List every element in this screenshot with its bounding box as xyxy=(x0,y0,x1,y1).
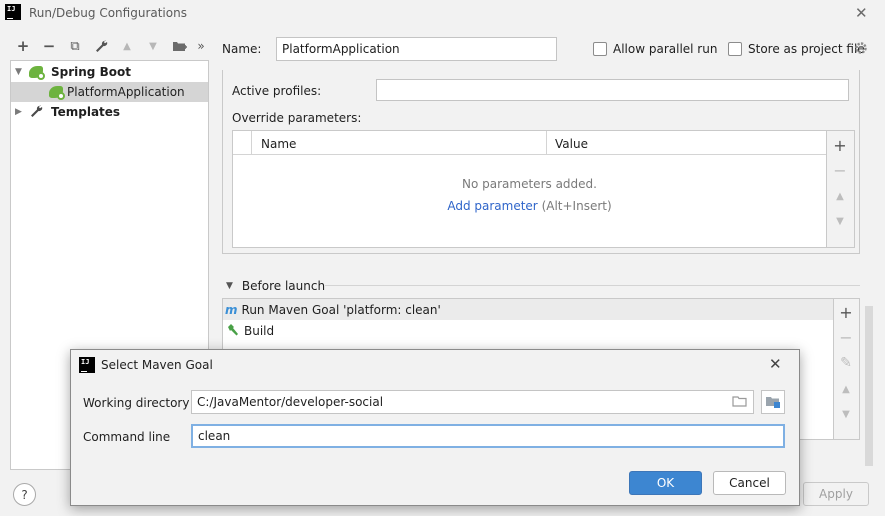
folder-icon[interactable] xyxy=(732,395,748,410)
expanded-caret-icon[interactable]: ▼ xyxy=(15,67,25,77)
name-label: Name: xyxy=(222,42,262,56)
move-parameter-up-button[interactable]: ▲ xyxy=(830,186,850,206)
tree-item-spring-boot[interactable]: ▼ Spring Boot xyxy=(11,62,208,82)
collapsed-caret-icon[interactable]: ▶ xyxy=(15,107,25,117)
command-line-input[interactable]: clean xyxy=(191,424,785,448)
task-side-toolbar: + − ✎ ▲ ▼ xyxy=(834,298,860,440)
tree-item-label: Spring Boot xyxy=(51,65,131,79)
expanded-caret-icon[interactable]: ▼ xyxy=(226,281,233,291)
allow-parallel-run-checkbox[interactable]: Allow parallel run xyxy=(593,42,717,56)
hammer-icon xyxy=(226,323,239,339)
config-panel: Active profiles: Override parameters: Na… xyxy=(222,70,860,254)
before-launch-title: Before launch xyxy=(241,279,326,293)
add-config-button[interactable]: + xyxy=(14,37,32,55)
list-item[interactable]: Build xyxy=(223,320,833,341)
help-button[interactable]: ? xyxy=(13,483,36,506)
cancel-button[interactable]: Cancel xyxy=(713,471,786,495)
module-folder-icon xyxy=(766,397,780,408)
new-folder-button[interactable] xyxy=(170,37,188,55)
move-parameter-down-button[interactable]: ▼ xyxy=(830,211,850,231)
tree-item-platform-application[interactable]: PlatformApplication xyxy=(11,82,208,102)
move-task-up-button[interactable]: ▲ xyxy=(836,379,856,399)
wrench-icon xyxy=(29,104,45,120)
list-item[interactable]: m Run Maven Goal 'platform: clean' xyxy=(223,299,833,320)
ok-button[interactable]: OK xyxy=(629,471,702,495)
task-label: Run Maven Goal 'platform: clean' xyxy=(241,302,441,317)
command-line-label: Command line xyxy=(83,430,171,444)
folder-plus-icon xyxy=(172,41,187,51)
more-actions-button[interactable]: » xyxy=(196,37,206,55)
select-maven-goal-dialog: IJ Select Maven Goal ✕ Working directory… xyxy=(70,349,800,506)
add-parameter-link[interactable]: Add parameter xyxy=(447,199,537,213)
wrench-icon xyxy=(96,40,108,52)
intellij-logo-icon: IJ xyxy=(5,4,21,20)
add-task-button[interactable]: + xyxy=(836,302,856,322)
name-input[interactable]: PlatformApplication xyxy=(276,37,557,61)
active-profiles-input[interactable] xyxy=(376,79,849,101)
dialog-close-icon[interactable]: ✕ xyxy=(769,355,782,373)
gear-icon[interactable] xyxy=(854,41,868,58)
window-title-bar: IJ Run/Debug Configurations ✕ xyxy=(0,0,885,26)
module-browse-button[interactable] xyxy=(761,390,785,414)
before-launch-header[interactable]: ▼ Before launch xyxy=(226,279,325,293)
remove-config-button[interactable]: − xyxy=(40,37,58,55)
tree-item-templates[interactable]: ▶ Templates xyxy=(11,102,208,122)
working-directory-value: C:/JavaMentor/developer-social xyxy=(197,395,384,409)
tree-item-label: PlatformApplication xyxy=(67,85,185,99)
add-parameter-shortcut: (Alt+Insert) xyxy=(541,199,612,213)
working-directory-input[interactable]: C:/JavaMentor/developer-social xyxy=(191,390,754,414)
task-label: Build xyxy=(244,323,275,338)
move-down-button[interactable]: ▼ xyxy=(144,37,162,55)
move-up-button[interactable]: ▲ xyxy=(118,37,136,55)
main-scrollbar[interactable] xyxy=(865,306,873,466)
intellij-logo-icon: IJ xyxy=(79,357,95,373)
table-side-toolbar: + − ▲ ▼ xyxy=(827,130,855,248)
add-parameter-hint: Add parameter (Alt+Insert) xyxy=(233,199,826,213)
copy-config-button[interactable]: ⧉ xyxy=(66,37,84,55)
section-divider xyxy=(325,285,860,286)
remove-task-button[interactable]: − xyxy=(836,327,856,347)
window-title: Run/Debug Configurations xyxy=(29,6,187,20)
maven-icon: m xyxy=(225,302,238,317)
tree-item-label: Templates xyxy=(51,105,121,119)
remove-parameter-button[interactable]: − xyxy=(830,160,850,180)
edit-task-button[interactable]: ✎ xyxy=(836,353,856,373)
active-profiles-label: Active profiles: xyxy=(232,84,322,98)
window-close-icon[interactable]: ✕ xyxy=(855,4,868,22)
store-as-project-file-checkbox[interactable]: Store as project file xyxy=(728,42,865,56)
edit-defaults-button[interactable] xyxy=(92,37,110,55)
move-task-down-button[interactable]: ▼ xyxy=(836,404,856,424)
column-header-name[interactable]: Name xyxy=(261,137,296,151)
working-directory-label: Working directory xyxy=(83,396,190,410)
override-parameters-table: Name Value No parameters added. Add para… xyxy=(232,130,827,248)
apply-button[interactable]: Apply xyxy=(803,482,869,506)
spring-boot-icon xyxy=(29,64,45,80)
checkbox-box[interactable] xyxy=(593,42,607,56)
column-header-value[interactable]: Value xyxy=(555,137,588,151)
empty-table-text: No parameters added. xyxy=(462,177,597,191)
config-toolbar: + − ⧉ ▲ ▼ » xyxy=(14,37,206,55)
add-parameter-button[interactable]: + xyxy=(830,135,850,155)
store-as-project-file-label: Store as project file xyxy=(748,42,865,56)
allow-parallel-run-label: Allow parallel run xyxy=(613,42,718,56)
override-parameters-label: Override parameters: xyxy=(232,111,362,125)
checkbox-box[interactable] xyxy=(728,42,742,56)
spring-boot-app-icon xyxy=(49,84,65,100)
table-header: Name Value xyxy=(233,131,826,155)
dialog-title: Select Maven Goal xyxy=(101,358,213,372)
